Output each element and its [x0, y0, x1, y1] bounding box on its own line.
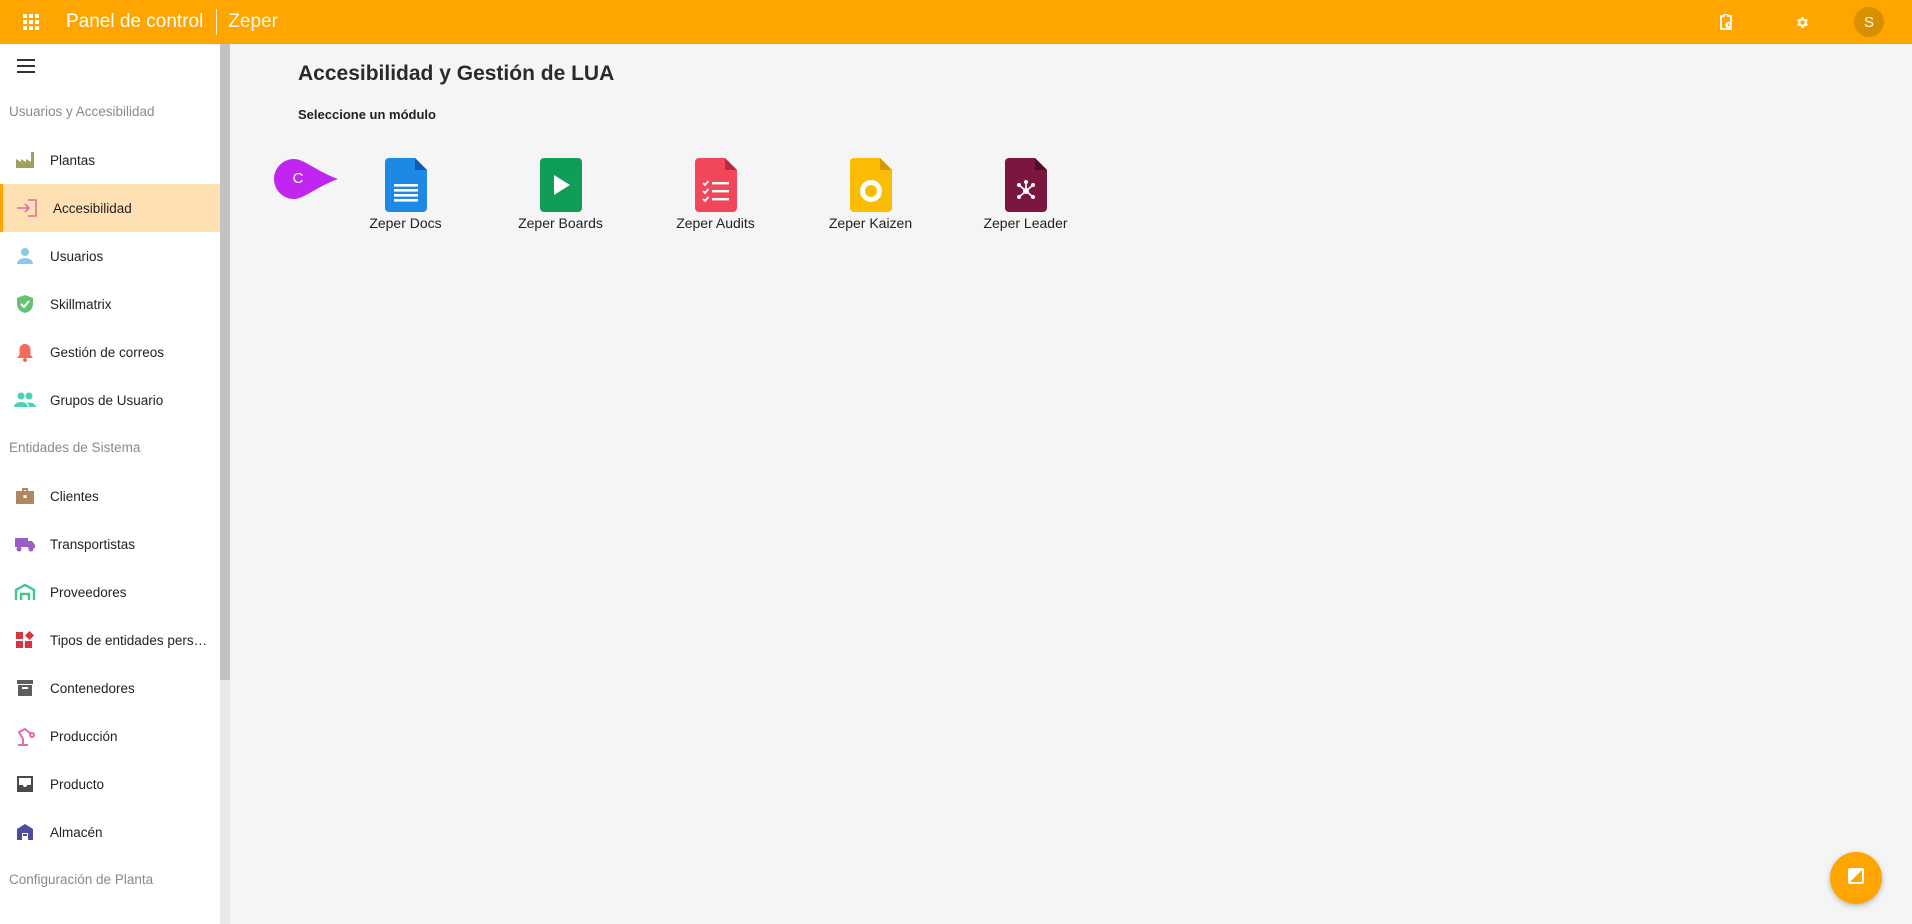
boards-play-icon: [539, 156, 582, 212]
pointer-marker-label: C: [292, 170, 304, 187]
module-zeper-audits[interactable]: Zeper Audits: [638, 156, 793, 231]
clipboard-clock-icon[interactable]: [1708, 4, 1744, 40]
sidebar-item-plantas[interactable]: Plantas: [0, 136, 220, 184]
module-zeper-docs[interactable]: Zeper Docs: [328, 156, 483, 231]
sidebar-item-label: Tipos de entidades personalizadas: [50, 632, 210, 648]
module-zeper-kaizen[interactable]: Zeper Kaizen: [793, 156, 948, 231]
sidebar-scrollbar[interactable]: [220, 44, 230, 680]
feedback-icon: [1847, 867, 1865, 890]
sidebar-item-label: Producto: [50, 776, 105, 792]
leader-network-icon: [1004, 156, 1047, 212]
module-label: Zeper Docs: [369, 215, 442, 231]
sidebar-item-label: Usuarios: [50, 248, 104, 264]
sidebar-item-proveedores[interactable]: Proveedores: [0, 568, 220, 616]
people-icon: [0, 392, 50, 408]
top-app-bar: Panel de control Zeper S: [0, 0, 1912, 44]
user-avatar[interactable]: S: [1854, 7, 1884, 37]
sidebar-item-transportistas[interactable]: Transportistas: [0, 520, 220, 568]
sidebar-item-producto[interactable]: Producto: [0, 760, 220, 808]
module-label: Zeper Boards: [518, 215, 603, 231]
sidebar-item-label: Proveedores: [50, 584, 127, 600]
gear-icon[interactable]: [1784, 4, 1820, 40]
main-content: Accesibilidad y Gestión de LUA Seleccion…: [230, 44, 1912, 924]
sidebar-item-label: Grupos de Usuario: [50, 392, 164, 408]
title-divider: [216, 9, 218, 35]
sidebar-item-clientes[interactable]: Clientes: [0, 472, 220, 520]
sidebar-item-label: Contenedores: [50, 680, 135, 696]
floating-action-button[interactable]: [1830, 852, 1882, 904]
sidebar-item-tipos-entidades[interactable]: Tipos de entidades personalizadas: [0, 616, 220, 664]
sidebar-item-label: Skillmatrix: [50, 296, 112, 312]
sidebar-item-label: Transportistas: [50, 536, 136, 552]
kaizen-circle-icon: [849, 156, 892, 212]
sidebar-item-almacen[interactable]: Almacén: [0, 808, 220, 856]
sidebar-item-label: Clientes: [50, 488, 99, 504]
login-arrow-icon: [0, 199, 53, 217]
module-zeper-leader[interactable]: Zeper Leader: [948, 156, 1103, 231]
widgets-icon: [0, 630, 50, 650]
sidebar-item-grupos-usuario[interactable]: Grupos de Usuario: [0, 376, 220, 424]
sidebar-item-label: Accesibilidad: [53, 200, 132, 216]
app-title: Panel de control: [66, 11, 204, 32]
truck-icon: [0, 536, 50, 552]
sidebar-item-skillmatrix[interactable]: Skillmatrix: [0, 280, 220, 328]
audits-checklist-icon: [694, 156, 737, 212]
section-title-entidades: Entidades de Sistema: [9, 440, 141, 455]
bell-icon: [0, 343, 50, 362]
sidebar-item-label: Almacén: [50, 824, 103, 840]
shield-check-icon: [0, 294, 50, 314]
factory-icon: [0, 151, 50, 169]
sidebar-item-label: Gestión de correos: [50, 344, 165, 360]
apps-grid-icon[interactable]: [9, 0, 53, 44]
module-label: Zeper Leader: [983, 215, 1068, 231]
archive-box-icon: [0, 679, 50, 697]
inbox-tray-icon: [0, 775, 50, 793]
warehouse-building-icon: [0, 823, 50, 841]
sidebar-item-label: Producción: [50, 728, 118, 744]
module-list: Zeper Docs Zeper Boards Zeper Audits Zep…: [328, 156, 1103, 231]
section-title-configuracion: Configuración de Planta: [9, 872, 154, 887]
warehouse-icon: [0, 583, 50, 601]
hamburger-menu-icon[interactable]: [0, 44, 52, 88]
robot-arm-icon: [0, 726, 50, 746]
sidebar-item-contenedores[interactable]: Contenedores: [0, 664, 220, 712]
page-title: Accesibilidad y Gestión de LUA: [298, 62, 615, 85]
briefcase-icon: [0, 487, 50, 505]
docs-file-icon: [384, 156, 427, 212]
sidebar: Usuarios y Accesibilidad Plantas Accesib…: [0, 44, 220, 924]
sidebar-item-usuarios[interactable]: Usuarios: [0, 232, 220, 280]
module-label: Zeper Kaizen: [828, 215, 913, 231]
sidebar-item-accesibilidad[interactable]: Accesibilidad: [0, 184, 220, 232]
module-label: Zeper Audits: [676, 215, 755, 231]
sidebar-item-label: Plantas: [50, 152, 96, 168]
module-zeper-boards[interactable]: Zeper Boards: [483, 156, 638, 231]
sidebar-item-gestion-correos[interactable]: Gestión de correos: [0, 328, 220, 376]
sidebar-item-produccion[interactable]: Producción: [0, 712, 220, 760]
brand-name: Zeper: [228, 11, 278, 32]
section-title-usuarios: Usuarios y Accesibilidad: [9, 104, 155, 119]
page-subtitle: Seleccione un módulo: [298, 107, 436, 122]
person-icon: [0, 247, 50, 265]
